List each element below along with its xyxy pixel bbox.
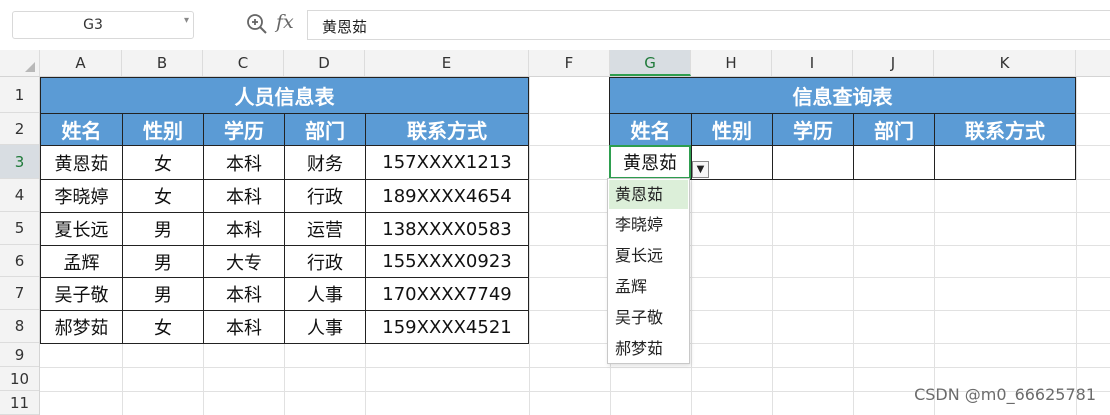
row-header-8[interactable]: 8 <box>0 310 39 343</box>
formula-bar: G3 ▾ fx 黄恩茹 <box>0 0 1110 50</box>
column-header-row: A B C D E F G H I J K <box>0 50 1110 77</box>
table-cell[interactable]: 本科 <box>203 179 285 213</box>
column-header-j[interactable]: J <box>853 50 934 76</box>
chevron-down-icon[interactable]: ▾ <box>184 15 189 26</box>
table-cell[interactable]: 李晓婷 <box>40 179 123 213</box>
column-header-a[interactable]: A <box>40 50 122 76</box>
dropdown-option[interactable]: 李晓婷 <box>609 210 688 239</box>
row-header-11[interactable]: 11 <box>0 391 39 415</box>
dropdown-option[interactable]: 夏长远 <box>609 241 688 270</box>
gridline <box>40 367 1110 368</box>
query-cell-education[interactable] <box>772 145 854 180</box>
personnel-table-title[interactable]: 人员信息表 <box>40 77 529 114</box>
dropdown-option[interactable]: 黄恩茹 <box>609 180 688 209</box>
watermark-text: CSDN @m0_66625781 <box>914 385 1096 404</box>
row-header-4[interactable]: 4 <box>0 179 39 212</box>
query-header-department[interactable]: 部门 <box>853 113 935 146</box>
column-header-e[interactable]: E <box>365 50 529 76</box>
row-header-2[interactable]: 2 <box>0 113 39 145</box>
row-header-9[interactable]: 9 <box>0 343 39 367</box>
table-cell[interactable]: 本科 <box>203 277 285 311</box>
table-cell[interactable]: 男 <box>122 212 204 246</box>
table-cell[interactable]: 夏长远 <box>40 212 123 246</box>
table-cell[interactable]: 女 <box>122 310 204 344</box>
column-header-f[interactable]: F <box>529 50 610 76</box>
dropdown-option[interactable]: 孟辉 <box>609 272 688 301</box>
zoom-in-icon[interactable] <box>246 13 268 35</box>
cell-reference: G3 <box>83 17 103 33</box>
column-header-d[interactable]: D <box>284 50 365 76</box>
row-header-5[interactable]: 5 <box>0 212 39 245</box>
table-cell[interactable]: 行政 <box>284 179 366 213</box>
table-cell[interactable]: 大专 <box>203 245 285 278</box>
table-cell[interactable]: 170XXXX7749 <box>365 277 529 311</box>
table-cell[interactable]: 本科 <box>203 212 285 246</box>
query-header-contact[interactable]: 联系方式 <box>934 113 1076 146</box>
table-cell[interactable]: 运营 <box>284 212 366 246</box>
gridline <box>529 77 530 415</box>
column-header-h[interactable]: H <box>691 50 772 76</box>
table-cell[interactable]: 吴子敬 <box>40 277 123 311</box>
row-header-10[interactable]: 10 <box>0 367 39 391</box>
row-header-6[interactable]: 6 <box>0 245 39 277</box>
table-cell[interactable]: 159XXXX4521 <box>365 310 529 344</box>
dropdown-arrow-button[interactable]: ▼ <box>692 161 709 178</box>
chevron-down-icon: ▼ <box>696 164 705 175</box>
fx-icon[interactable]: fx <box>276 11 294 33</box>
table-cell[interactable]: 郝梦茹 <box>40 310 123 344</box>
query-table-title[interactable]: 信息查询表 <box>609 77 1076 114</box>
column-header-i[interactable]: I <box>772 50 853 76</box>
name-dropdown-list: 黄恩茹 李晓婷 夏长远 孟辉 吴子敬 郝梦茹 <box>607 178 690 364</box>
select-all-corner[interactable] <box>0 50 40 76</box>
query-header-education[interactable]: 学历 <box>772 113 854 146</box>
table-cell[interactable]: 行政 <box>284 245 366 278</box>
table-cell[interactable]: 孟辉 <box>40 245 123 278</box>
table-cell[interactable]: 189XXXX4654 <box>365 179 529 213</box>
personnel-header-gender[interactable]: 性别 <box>122 113 204 146</box>
column-header-g[interactable]: G <box>610 50 691 76</box>
table-cell[interactable]: 男 <box>122 245 204 278</box>
dropdown-option[interactable]: 吴子敬 <box>609 303 688 332</box>
personnel-header-contact[interactable]: 联系方式 <box>365 113 529 146</box>
select-all-icon <box>25 62 35 72</box>
personnel-header-name[interactable]: 姓名 <box>40 113 123 146</box>
name-box[interactable]: G3 ▾ <box>12 11 194 39</box>
table-cell[interactable]: 155XXXX0923 <box>365 245 529 278</box>
table-cell[interactable]: 女 <box>122 145 204 180</box>
formula-input[interactable]: 黄恩茹 <box>307 10 1110 40</box>
personnel-header-department[interactable]: 部门 <box>284 113 366 146</box>
table-cell[interactable]: 女 <box>122 179 204 213</box>
table-cell[interactable]: 男 <box>122 277 204 311</box>
query-cell-contact[interactable] <box>934 145 1076 180</box>
query-header-gender[interactable]: 性别 <box>691 113 773 146</box>
table-cell[interactable]: 财务 <box>284 145 366 180</box>
column-header-k[interactable]: K <box>934 50 1076 76</box>
table-cell[interactable]: 人事 <box>284 277 366 311</box>
table-cell[interactable]: 黄恩茹 <box>40 145 123 180</box>
row-header-3[interactable]: 3 <box>0 145 39 179</box>
formula-value: 黄恩茹 <box>322 18 368 36</box>
query-name-input[interactable]: 黄恩茹 <box>609 145 691 179</box>
table-cell[interactable]: 人事 <box>284 310 366 344</box>
row-header-column: 1 2 3 4 5 6 7 8 9 10 11 <box>0 77 40 415</box>
table-cell[interactable]: 本科 <box>203 310 285 344</box>
row-header-1[interactable]: 1 <box>0 77 39 113</box>
column-header-b[interactable]: B <box>122 50 203 76</box>
table-cell[interactable]: 本科 <box>203 145 285 180</box>
personnel-header-education[interactable]: 学历 <box>203 113 285 146</box>
table-cell[interactable]: 138XXXX0583 <box>365 212 529 246</box>
query-cell-department[interactable] <box>853 145 935 180</box>
dropdown-option[interactable]: 郝梦茹 <box>609 334 688 363</box>
table-cell[interactable]: 157XXXX1213 <box>365 145 529 180</box>
row-header-7[interactable]: 7 <box>0 277 39 310</box>
column-header-c[interactable]: C <box>203 50 284 76</box>
query-header-name[interactable]: 姓名 <box>609 113 692 146</box>
gridline <box>1076 77 1077 415</box>
